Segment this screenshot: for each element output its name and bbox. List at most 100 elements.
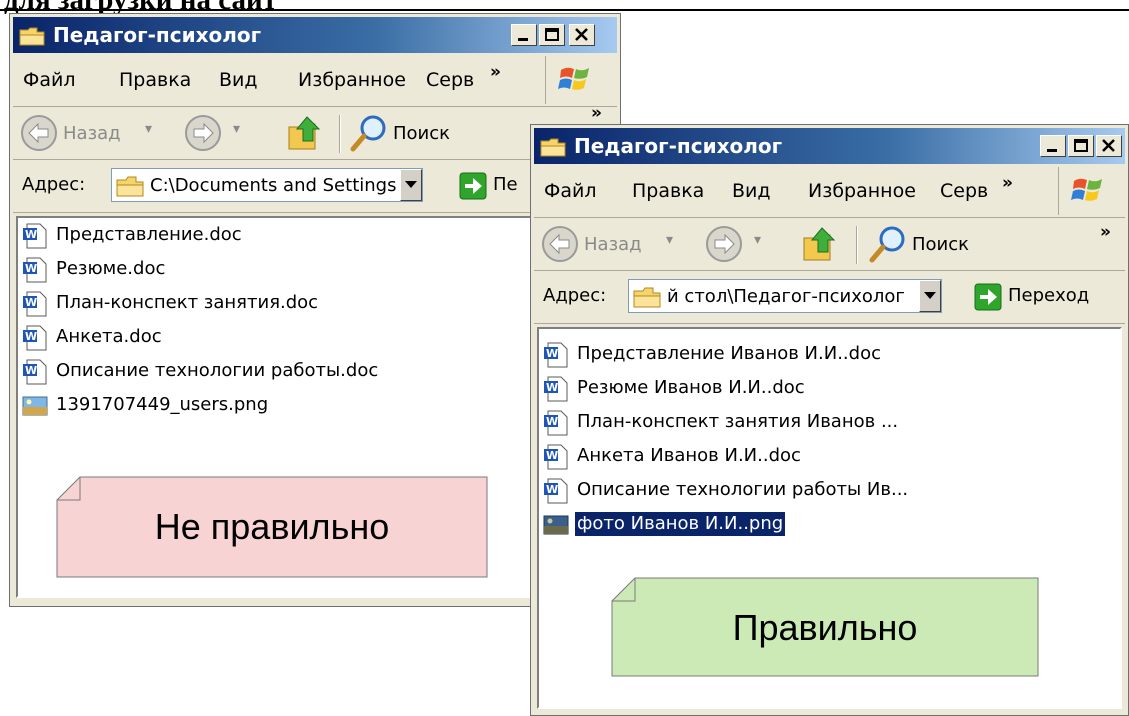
folder-icon (633, 286, 661, 312)
word-doc-icon: W (22, 257, 48, 287)
address-dropdown-button[interactable] (919, 280, 941, 312)
forward-button[interactable]: ▾ (704, 224, 774, 264)
toolbar-more-chevron[interactable]: » (1100, 222, 1111, 242)
word-doc-icon: W (22, 359, 48, 389)
menu-edit[interactable]: Правка (119, 69, 191, 91)
back-button[interactable]: Назад ▾ (540, 224, 680, 264)
menu-bar: Файл Правка Вид Избранное Серв » (534, 167, 1125, 218)
file-list: W Представление.doc W Резюме.doc W План-… (16, 216, 614, 598)
address-label: Адрес: (22, 174, 86, 195)
folder-icon (19, 26, 45, 50)
word-doc-icon: W (22, 325, 48, 355)
file-name: План-конспект занятия.doc (56, 292, 319, 313)
menu-favorites[interactable]: Избранное (298, 69, 406, 91)
file-name: Представление Иванов И.И..doc (577, 343, 881, 364)
window-title: Педагог-психолог (53, 23, 262, 47)
forward-button[interactable]: ▾ (183, 113, 253, 153)
go-arrow-icon[interactable] (459, 172, 487, 200)
file-list: W Представление Иванов И.И..doc W Резюме… (537, 327, 1122, 709)
word-doc-icon: W (543, 444, 569, 474)
menu-file[interactable]: Файл (544, 180, 597, 202)
minimize-button[interactable] (1040, 135, 1066, 157)
back-arrow-icon (542, 226, 578, 262)
menu-edit[interactable]: Правка (632, 180, 704, 202)
folder-up-icon (803, 227, 836, 261)
minimize-button[interactable] (511, 24, 537, 46)
menu-view[interactable]: Вид (219, 69, 258, 91)
menu-tools[interactable]: Серв (426, 69, 474, 91)
close-button[interactable] (1096, 135, 1122, 157)
toolbar-separator (856, 226, 858, 264)
address-bar: Адрес: C:\Documents and Settings Пе (13, 160, 617, 213)
svg-text:W: W (25, 262, 37, 275)
svg-text:W: W (546, 347, 558, 360)
file-name: Описание технологии работы Ив... (577, 479, 909, 500)
menu-more-chevron[interactable]: » (1002, 173, 1013, 193)
menu-more-chevron[interactable]: » (490, 62, 501, 82)
menu-file[interactable]: Файл (23, 69, 76, 91)
svg-text:W: W (546, 415, 558, 428)
back-dropdown-icon[interactable]: ▾ (666, 232, 673, 248)
windows-logo-icon (545, 56, 602, 104)
windows-logo-icon (1058, 167, 1115, 215)
file-name: Описание технологии работы.doc (56, 360, 379, 381)
word-doc-icon: W (543, 376, 569, 406)
search-icon (869, 226, 905, 263)
word-doc-icon: W (543, 410, 569, 440)
svg-text:W: W (25, 228, 37, 241)
toolbar-separator (339, 115, 341, 153)
go-label[interactable]: Переход (1008, 285, 1089, 306)
address-label: Адрес: (543, 285, 607, 306)
close-button[interactable] (569, 24, 595, 46)
title-bar[interactable]: Педагог-психолог (534, 128, 1125, 164)
file-name: Представление.doc (56, 224, 242, 245)
toolbar-more-chevron[interactable]: » (591, 103, 602, 123)
address-dropdown-button[interactable] (400, 169, 422, 201)
menu-view[interactable]: Вид (732, 180, 771, 202)
up-folder-button[interactable] (285, 113, 329, 153)
back-dropdown-icon[interactable]: ▾ (145, 121, 152, 137)
search-button[interactable]: Поиск (868, 224, 1008, 264)
back-button[interactable]: Назад ▾ (19, 113, 159, 153)
maximize-button[interactable] (1068, 135, 1094, 157)
file-name: Анкета Иванов И.И..doc (577, 445, 801, 466)
go-label[interactable]: Пе (493, 174, 518, 195)
search-button[interactable]: Поиск (349, 113, 489, 153)
word-doc-icon: W (22, 223, 48, 253)
menu-favorites[interactable]: Избранное (808, 180, 916, 202)
back-label: Назад (63, 123, 121, 144)
go-arrow-icon[interactable] (974, 283, 1002, 311)
forward-dropdown-icon[interactable]: ▾ (754, 232, 761, 248)
file-name: фото Иванов И.И..png (575, 512, 786, 536)
word-doc-icon: W (22, 291, 48, 321)
menu-tools[interactable]: Серв (940, 180, 988, 202)
heading-underline (0, 9, 1129, 11)
file-name: Анкета.doc (56, 326, 162, 347)
image-file-icon (543, 512, 569, 542)
file-name: Резюме.doc (56, 258, 166, 279)
maximize-button[interactable] (539, 24, 565, 46)
folder-icon (540, 137, 566, 161)
forward-dropdown-icon[interactable]: ▾ (233, 121, 240, 137)
note-text: Не правильно (154, 506, 390, 547)
folder-up-icon (288, 116, 321, 150)
address-value: й стол\Педагог-психолог (667, 286, 905, 307)
address-field[interactable]: C:\Documents and Settings (111, 168, 423, 202)
title-bar[interactable]: Педагог-психолог (13, 17, 617, 53)
svg-text:W: W (546, 381, 558, 394)
svg-text:W: W (25, 296, 37, 309)
explorer-window-correct: Педагог-психолог Файл Правка Вид Избранн… (530, 124, 1129, 716)
up-folder-button[interactable] (800, 224, 844, 264)
svg-text:W: W (546, 483, 558, 496)
svg-text:W: W (546, 449, 558, 462)
correct-note: Правильно (611, 577, 1039, 677)
search-label: Поиск (393, 123, 451, 144)
address-field[interactable]: й стол\Педагог-психолог (628, 279, 942, 313)
back-label: Назад (584, 234, 642, 255)
image-file-icon (22, 393, 48, 423)
svg-text:W: W (25, 364, 37, 377)
folder-icon (116, 175, 144, 201)
toolbar: Назад ▾ ▾ Поиск » (13, 103, 617, 160)
note-text: Правильно (732, 607, 918, 648)
word-doc-icon: W (543, 478, 569, 508)
